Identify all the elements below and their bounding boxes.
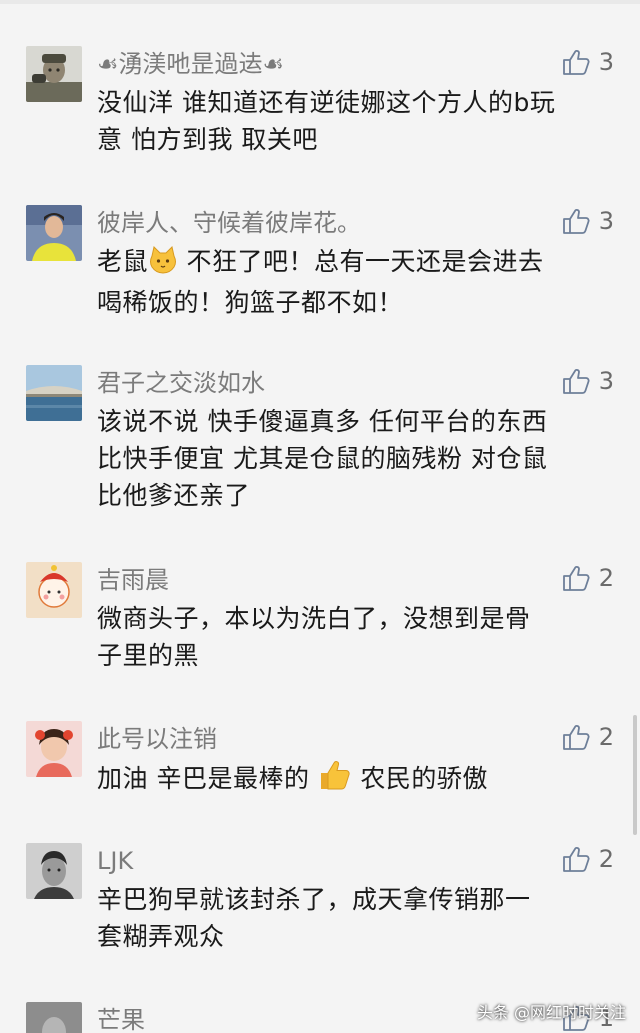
comment-text: 加油 辛巴是最棒的 农民的骄傲 xyxy=(97,759,612,801)
comment-text-line: 微商头子，本以为洗白了，没想到是骨 xyxy=(97,604,531,633)
like-button[interactable]: 2 xyxy=(561,843,614,875)
avatar-child-image xyxy=(26,721,82,777)
like-count: 2 xyxy=(598,564,614,592)
comment-text-line: 喝稀饭的！狗篮子都不如！ xyxy=(97,288,404,317)
comment-text: 微商头子，本以为洗白了，没想到是骨 子里的黑 xyxy=(97,600,612,674)
comment-text: 该说不说 快手傻逼真多 任何平台的东西 比快手便宜 尤其是仓鼠的脑残粉 对仓鼠 … xyxy=(97,403,612,514)
like-button[interactable]: 3 xyxy=(561,46,614,78)
avatar[interactable] xyxy=(26,365,82,421)
avatar[interactable] xyxy=(26,721,82,777)
avatar[interactable] xyxy=(26,46,82,102)
avatar-landscape-bridge-image xyxy=(26,365,82,421)
avatar[interactable] xyxy=(26,205,82,261)
like-count: 3 xyxy=(598,207,614,235)
comment-text-segment: 老鼠 xyxy=(97,247,149,276)
avatar[interactable] xyxy=(26,1002,82,1033)
thumbs-up-icon xyxy=(562,566,590,591)
comment-text-line: 老鼠 不狂了吧！总有一天还是会进去 xyxy=(97,243,612,284)
comment-author[interactable]: 君子之交淡如水 xyxy=(97,367,265,399)
comment-text-line: 比快手便宜 尤其是仓鼠的脑残粉 对仓鼠 xyxy=(97,444,548,473)
comment-author[interactable]: 吉雨晨 xyxy=(97,564,169,596)
comment-text: 辛巴狗早就该封杀了，成天拿传销那一 套糊弄观众 xyxy=(97,881,612,955)
avatar-portrait-bw-image xyxy=(26,843,82,899)
comment-text-line: 该说不说 快手傻逼真多 任何平台的东西 xyxy=(97,407,548,436)
thumbs-up-icon xyxy=(562,847,590,872)
comment-text: 老鼠 不狂了吧！总有一天还是会进去 喝稀饭的！狗篮子都不如！ xyxy=(97,243,612,321)
like-count: 3 xyxy=(598,367,614,395)
cat-face-emoji xyxy=(148,246,178,284)
comment-text-line: 辛巴狗早就该封杀了，成天拿传销那一 xyxy=(97,885,531,914)
like-button[interactable]: 3 xyxy=(561,365,614,397)
thumbs-up-icon xyxy=(562,369,590,394)
comment-text-segment: 农民的骄傲 xyxy=(351,764,488,793)
comment-list-screen: ☙湧渼吔昰過迲☙ 3 没仙洋 谁知道还有逆徒娜这个方人的b玩 意 怕方到我 取关… xyxy=(0,0,640,1033)
avatar-person-yellow-shirt-image xyxy=(26,205,82,261)
like-count: 2 xyxy=(598,845,614,873)
top-divider xyxy=(0,0,640,4)
watermark: 头条 @网红时时关注 xyxy=(476,1003,626,1022)
avatar[interactable] xyxy=(26,843,82,899)
like-button[interactable]: 2 xyxy=(561,721,614,753)
comment-author[interactable]: 彼岸人、守候着彼岸花。 xyxy=(97,207,361,239)
scrollbar[interactable] xyxy=(633,715,637,835)
comment-author[interactable]: 此号以注销 xyxy=(97,723,217,755)
thumbs-up-icon xyxy=(562,50,590,75)
like-count: 2 xyxy=(598,723,614,751)
thumbs-up-emoji xyxy=(318,759,352,801)
comment-text-line: 子里的黑 xyxy=(97,641,200,670)
comment-author[interactable]: 芒果 xyxy=(97,1004,145,1033)
comment-text-segment: 加油 辛巴是最棒的 xyxy=(97,764,318,793)
avatar-photo-image xyxy=(26,1002,82,1033)
avatar[interactable] xyxy=(26,562,82,618)
like-button[interactable]: 2 xyxy=(561,562,614,594)
like-count: 3 xyxy=(598,48,614,76)
comment-text: 没仙洋 谁知道还有逆徒娜这个方人的b玩 意 怕方到我 取关吧 xyxy=(97,84,612,158)
thumbs-up-icon xyxy=(562,725,590,750)
like-button[interactable]: 3 xyxy=(561,205,614,237)
comment-author[interactable]: LJK xyxy=(97,845,133,877)
comment-text-line: 意 怕方到我 取关吧 xyxy=(97,125,318,154)
comment-text-line: 加油 辛巴是最棒的 农民的骄傲 xyxy=(97,759,612,801)
comment-text-line: 没仙洋 谁知道还有逆徒娜这个方人的b玩 xyxy=(97,88,556,117)
avatar-cartoon-image xyxy=(26,562,82,618)
comment-text-line: 套糊弄观众 xyxy=(97,922,225,951)
avatar-soldier-image xyxy=(26,46,82,102)
comment-author[interactable]: ☙湧渼吔昰過迲☙ xyxy=(97,48,284,80)
comment-text-line: 比他爹还亲了 xyxy=(97,481,251,510)
thumbs-up-icon xyxy=(562,209,590,234)
comment-text-segment: 不狂了吧！总有一天还是会进去 xyxy=(178,247,544,276)
